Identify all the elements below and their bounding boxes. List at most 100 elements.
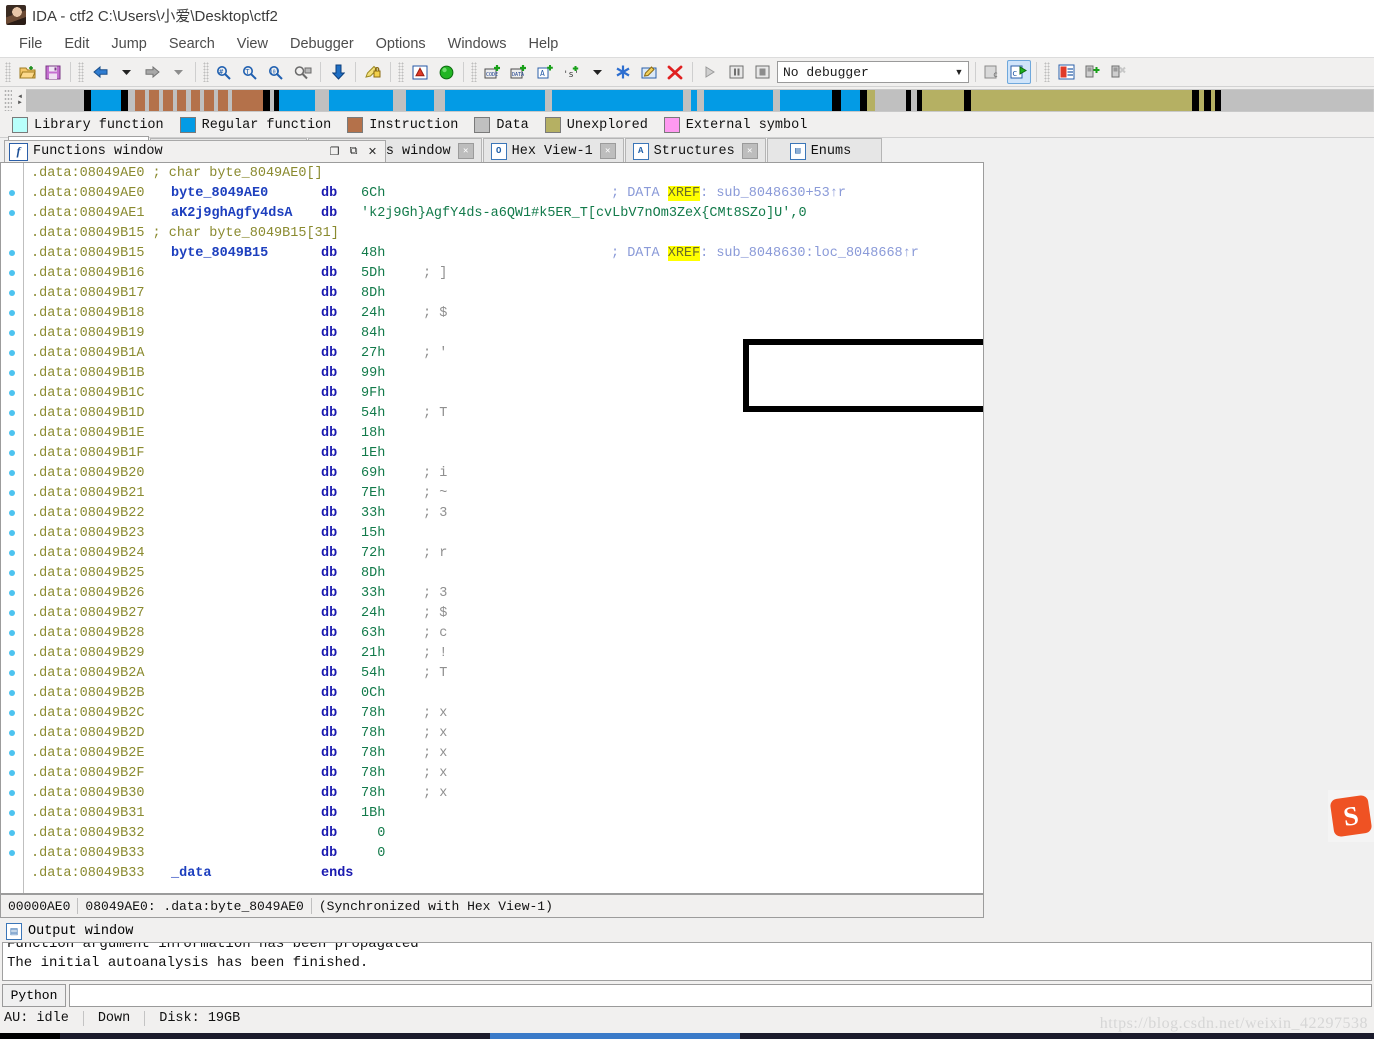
disassembly-line[interactable]: .data:08049AE1 aK2j9ghAgfy4dsA db 'k2j9Gh}A… [1,203,983,223]
disassembly-line[interactable]: .data:08049B1C db 9Fh [1,383,983,403]
search-immediate-icon[interactable]: 101 [265,60,289,84]
disassembly-line[interactable]: .data:08049B17 db 8Dh [1,283,983,303]
restore-icon[interactable]: ⧉ [345,144,362,160]
menu-item-debugger[interactable]: Debugger [279,33,365,55]
output-log[interactable]: Function argument information has been p… [2,942,1372,981]
close-icon[interactable]: ✕ [457,143,474,159]
delete-breakpoint-icon[interactable] [1106,60,1130,84]
navigator-band[interactable] [26,88,1374,112]
make-array-icon[interactable]: A [533,60,557,84]
disassembly-line[interactable]: .data:08049B33 _data ends [1,863,983,883]
stop-icon[interactable] [750,60,774,84]
command-input[interactable] [69,983,1372,1007]
disassembly-line[interactable]: .data:08049B29 db 21h ; ! [1,643,983,663]
disassembly-line[interactable]: .data:08049B1A db 27h ; ' [1,343,983,363]
close-icon[interactable]: ✕ [364,144,381,160]
menu-item-search[interactable]: Search [158,33,226,55]
toolbar-grip[interactable] [5,62,11,82]
navigator-arrows[interactable]: ◄ ► [14,89,26,111]
make-struct-icon[interactable] [611,60,635,84]
disassembly-line[interactable]: .data:08049B16 db 5Dh ; ] [1,263,983,283]
disassembly-line[interactable]: .data:08049AE0 ; char byte_8049AE0[] [1,163,983,183]
disassembly-line[interactable]: .data:08049B31 db 1Bh [1,803,983,823]
disassembly-line[interactable]: .data:08049B19 db 84h [1,323,983,343]
disassembly-line[interactable]: .data:08049B28 db 63h ; c [1,623,983,643]
string-dropdown-icon[interactable] [585,60,609,84]
forward-dropdown-icon[interactable] [166,60,190,84]
make-data-icon[interactable]: DATA [507,60,531,84]
disassembly-line[interactable]: .data:08049B2E db 78h ; x [1,743,983,763]
menu-item-options[interactable]: Options [365,33,437,55]
tab-hex-view-1[interactable]: O Hex View-1 ✕ [482,138,624,163]
disassembly-line[interactable]: .data:08049B21 db 7Eh ; ~ [1,483,983,503]
disassembly-line[interactable]: .data:08049B15 byte_8049B15 db 48h ; DATA XR… [1,243,983,263]
toolbar-grip-3[interactable] [203,62,209,82]
disassembly-line[interactable]: .data:08049B23 db 15h [1,523,983,543]
disassembly-line[interactable]: .data:08049B26 db 33h ; 3 [1,583,983,603]
ida-view-a[interactable]: .data:08049AE0 ; char byte_8049AE0[] .dat… [0,162,984,894]
toolbar-grip-5[interactable] [471,62,477,82]
menu-item-windows[interactable]: Windows [437,33,518,55]
disassembly-line[interactable]: .data:08049B1D db 54h ; T [1,403,983,423]
warning-icon[interactable] [408,60,432,84]
back-arrow-icon[interactable] [88,60,112,84]
close-icon[interactable]: ✕ [599,143,616,159]
disassembly-line[interactable]: .data:08049B1F db 1Eh [1,443,983,463]
tab-enums[interactable]: ▤ Enums [766,138,883,163]
disassembly-line[interactable]: .data:08049B25 db 8Dh [1,563,983,583]
pause-icon[interactable] [724,60,748,84]
options-icon[interactable] [1054,60,1078,84]
edit-function-icon[interactable] [637,60,661,84]
menu-item-jump[interactable]: Jump [100,33,157,55]
disassembly-line[interactable]: .data:08049B2A db 54h ; T [1,663,983,683]
toolbar-grip-2[interactable] [78,62,84,82]
menu-item-edit[interactable]: Edit [53,33,100,55]
tab-structures[interactable]: A Structures ✕ [624,138,766,163]
debugger-select[interactable]: No debugger ▼ [777,61,969,83]
close-icon[interactable]: ✕ [741,143,758,159]
chevron-down-icon[interactable]: ▼ [950,63,968,81]
disassembly-line[interactable]: .data:08049B15 ; char byte_8049B15[31] [1,223,983,243]
navigator-grip[interactable] [4,89,12,111]
disassembly-line[interactable]: .data:08049B30 db 78h ; x [1,783,983,803]
disassembly-line[interactable]: .data:08049B32 db 0 [1,823,983,843]
delete-icon[interactable] [663,60,687,84]
add-breakpoint-icon[interactable] [1080,60,1104,84]
make-string-icon[interactable]: 's' [559,60,583,84]
maximize-icon[interactable]: ❐ [326,144,343,160]
toolbar-grip-4[interactable] [398,62,404,82]
menu-item-file[interactable]: File [8,33,53,55]
disassembly-line[interactable]: .data:08049B1E db 18h [1,423,983,443]
taskbar-active-window[interactable] [490,1033,740,1039]
menu-item-help[interactable]: Help [517,33,569,55]
save-icon[interactable] [41,60,65,84]
sogou-ime-icon[interactable]: S [1329,794,1373,838]
menu-item-view[interactable]: View [226,33,279,55]
disassembly-line[interactable]: .data:08049B24 db 72h ; r [1,543,983,563]
source-step-icon[interactable]: c [981,60,1005,84]
disassembly-line[interactable]: .data:08049B1B db 99h [1,363,983,383]
continue-icon[interactable]: c [1007,60,1031,84]
disassembly-line[interactable]: .data:08049AE0 byte_8049AE0 db 6Ch ; DATA XR… [1,183,983,203]
disassembly-line[interactable]: .data:08049B33 db 0 [1,843,983,863]
green-run-icon[interactable] [434,60,458,84]
disassembly-line[interactable]: .data:08049B2F db 78h ; x [1,763,983,783]
search-binary-icon[interactable] [291,60,315,84]
toolbar-grip-6[interactable] [1044,62,1050,82]
disassembly-line[interactable]: .data:08049B27 db 24h ; $ [1,603,983,623]
make-code-icon[interactable]: CODE [481,60,505,84]
edit-highlight-icon[interactable] [361,60,385,84]
search-text-icon[interactable]: T [239,60,263,84]
python-toggle-button[interactable]: Python [2,983,66,1007]
search-hash-icon[interactable]: # [213,60,237,84]
disassembly-line[interactable]: .data:08049B20 db 69h ; i [1,463,983,483]
run-icon[interactable] [698,60,722,84]
disassembly-line[interactable]: .data:08049B22 db 33h ; 3 [1,503,983,523]
disassembly-line[interactable]: .data:08049B18 db 24h ; $ [1,303,983,323]
back-dropdown-icon[interactable] [114,60,138,84]
disassembly-line[interactable]: .data:08049B2B db 0Ch [1,683,983,703]
forward-arrow-icon[interactable] [140,60,164,84]
disassembly-line[interactable]: .data:08049B2C db 78h ; x [1,703,983,723]
open-file-icon[interactable] [15,60,39,84]
disassembly-line[interactable]: .data:08049B2D db 78h ; x [1,723,983,743]
